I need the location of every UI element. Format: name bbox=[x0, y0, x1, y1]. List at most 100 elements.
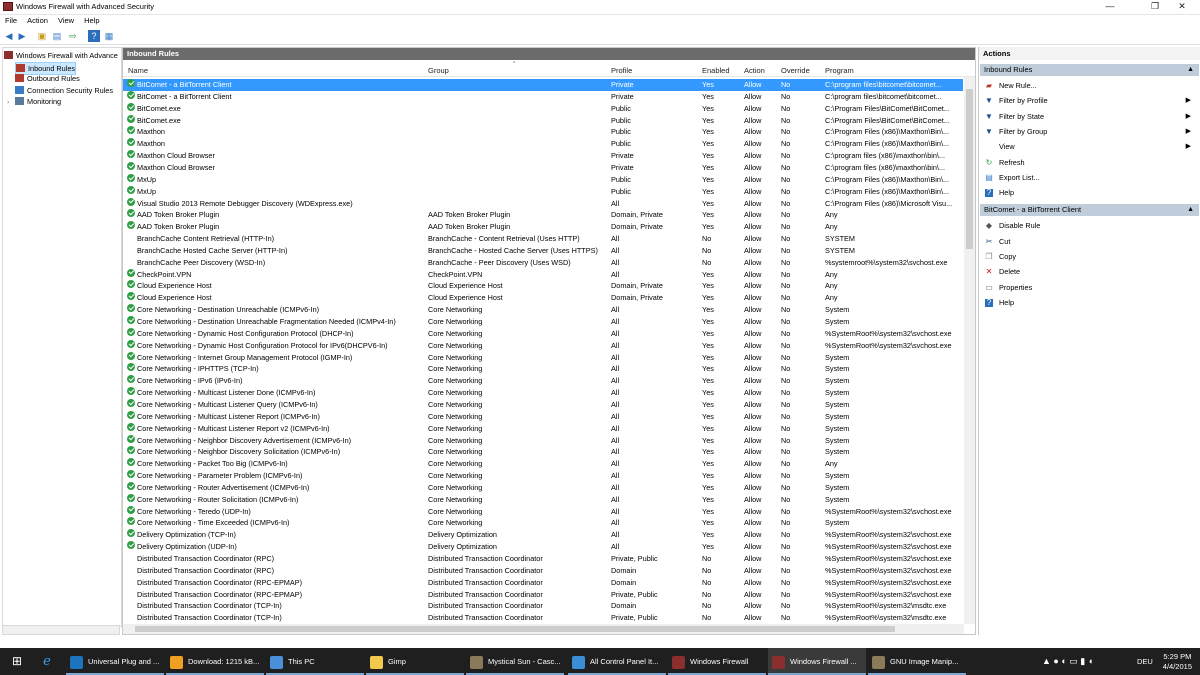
column-header-action[interactable]: Action bbox=[744, 66, 765, 75]
taskbar-button[interactable]: Universal Plug and ... bbox=[66, 648, 164, 675]
table-row[interactable]: Distributed Transaction Coordinator (TCP… bbox=[123, 600, 963, 612]
action-item[interactable]: ? Help bbox=[979, 186, 1199, 200]
table-row[interactable]: Core Networking - Packet Too Big (ICMPv6… bbox=[123, 458, 963, 470]
table-row[interactable]: Core Networking - Router Advertisement (… bbox=[123, 481, 963, 494]
column-header-name[interactable]: Name bbox=[128, 66, 148, 75]
menu-action[interactable]: Action bbox=[22, 15, 53, 27]
show-hide-tree-icon[interactable]: ▤ bbox=[51, 30, 63, 42]
table-row[interactable]: Maxthon Cloud Browser Private Yes Allow No C:… bbox=[123, 150, 963, 162]
tray-icons[interactable]: ▲ ● ◐ ▭ ▮ ◖ bbox=[1042, 648, 1093, 675]
action-item[interactable]: ▼ Filter by State ▶ bbox=[979, 110, 1199, 124]
table-row[interactable]: AAD Token Broker Plugin AAD Token Broker … bbox=[123, 221, 963, 233]
table-row[interactable]: Core Networking - Neighbor Discovery Sol… bbox=[123, 446, 963, 458]
action-item[interactable]: ◆ Disable Rule bbox=[979, 219, 1199, 233]
column-header-profile[interactable]: Profile bbox=[611, 66, 632, 75]
rules-vertical-scrollbar[interactable] bbox=[964, 77, 975, 624]
table-row[interactable]: Core Networking - Dynamic Host Configura… bbox=[123, 327, 963, 340]
system-clock[interactable]: 5:29 PM 4/4/2015 bbox=[1163, 652, 1192, 672]
collapse-icon[interactable]: ▲ bbox=[1187, 64, 1194, 76]
table-row[interactable]: Distributed Transaction Coordinator (RPC… bbox=[123, 553, 963, 565]
table-row[interactable]: BranchCache Hosted Cache Server (HTTP-In… bbox=[123, 245, 963, 257]
table-row[interactable]: Core Networking - Teredo (UDP-In) Core Ne… bbox=[123, 505, 963, 518]
taskbar-button[interactable]: Windows Firewall bbox=[668, 648, 766, 675]
table-row[interactable]: Core Networking - Multicast Listener Rep… bbox=[123, 422, 963, 435]
table-row[interactable]: Maxthon Public Yes Allow No C:\Program Files … bbox=[123, 138, 963, 150]
table-row[interactable]: CheckPoint.VPN CheckPoint.VPN All Yes Allow N… bbox=[123, 268, 963, 281]
action-item[interactable]: ▰ New Rule... bbox=[979, 79, 1199, 93]
action-item[interactable]: ▼ Filter by Profile ▶ bbox=[979, 94, 1199, 108]
table-row[interactable]: Core Networking - Parameter Problem (ICM… bbox=[123, 470, 963, 482]
rules-horizontal-scrollbar[interactable] bbox=[123, 624, 964, 634]
table-row[interactable]: BranchCache Peer Discovery (WSD-In) Branc… bbox=[123, 257, 963, 269]
taskbar-button[interactable]: Windows Firewall ... bbox=[768, 648, 866, 675]
table-row[interactable]: Core Networking - Time Exceeded (ICMPv6-… bbox=[123, 517, 963, 529]
table-row[interactable]: Core Networking - Destination Unreachabl… bbox=[123, 304, 963, 316]
table-row[interactable]: BitComet - a BitTorrent Client Private Yes… bbox=[123, 90, 963, 103]
table-row[interactable]: Core Networking - Multicast Listener Don… bbox=[123, 387, 963, 399]
action-item[interactable]: ↻ Refresh bbox=[979, 156, 1199, 170]
collapse-icon[interactable]: ▲ bbox=[1187, 204, 1194, 216]
taskbar-button[interactable]: Download: 1215 kB... bbox=[166, 648, 264, 675]
table-row[interactable]: Core Networking - Destination Unreachabl… bbox=[123, 316, 963, 328]
tree-item[interactable]: Connection Security Rules bbox=[15, 85, 113, 96]
table-row[interactable]: BitComet.exe Public Yes Allow No C:\Program F… bbox=[123, 114, 963, 127]
export-list-icon[interactable]: ⇨ bbox=[67, 30, 79, 42]
taskbar-button[interactable]: This PC bbox=[266, 648, 364, 675]
forward-icon[interactable]: ▶ bbox=[16, 30, 28, 42]
action-item[interactable]: ▤ Export List... bbox=[979, 171, 1199, 185]
close-button[interactable]: ✕ bbox=[1164, 0, 1200, 14]
table-row[interactable]: Maxthon Cloud Browser Private Yes Allow No C:… bbox=[123, 161, 963, 174]
table-row[interactable]: Maxthon Public Yes Allow No C:\Program Files … bbox=[123, 126, 963, 138]
minimize-button[interactable]: — bbox=[1092, 0, 1128, 14]
table-row[interactable]: Delivery Optimization (TCP-In) Delivery O… bbox=[123, 529, 963, 541]
tree-item[interactable]: Monitoring bbox=[15, 96, 61, 107]
tree-item[interactable]: Windows Firewall with Advance bbox=[4, 50, 118, 61]
show-hide-action-pane-icon[interactable]: ▦ bbox=[103, 30, 115, 42]
table-row[interactable]: Core Networking - Multicast Listener Que… bbox=[123, 398, 963, 411]
action-item[interactable]: ▼ Filter by Group ▶ bbox=[979, 125, 1199, 139]
table-row[interactable]: Distributed Transaction Coordinator (RPC… bbox=[123, 565, 963, 577]
action-item[interactable]: ▭ Properties bbox=[979, 281, 1199, 295]
table-row[interactable]: Core Networking - Router Solicitation (I… bbox=[123, 493, 963, 506]
taskbar-button[interactable]: GNU Image Manip... bbox=[868, 648, 966, 675]
table-row[interactable]: Core Networking - Internet Group Managem… bbox=[123, 351, 963, 364]
taskbar-button[interactable]: Gimp bbox=[366, 648, 464, 675]
taskbar-button[interactable]: Mystical Sun - Casc... bbox=[466, 648, 564, 675]
tree-item[interactable]: Outbound Rules bbox=[15, 73, 80, 84]
table-row[interactable]: Delivery Optimization (UDP-In) Delivery O… bbox=[123, 541, 963, 553]
menu-view[interactable]: View bbox=[53, 15, 79, 27]
table-row[interactable]: Core Networking - Multicast Listener Rep… bbox=[123, 410, 963, 423]
column-header-enabled[interactable]: Enabled bbox=[702, 66, 730, 75]
action-item[interactable]: View ▶ bbox=[979, 140, 1199, 154]
input-language[interactable]: DEU bbox=[1137, 648, 1153, 675]
table-row[interactable]: Distributed Transaction Coordinator (TCP… bbox=[123, 612, 963, 624]
help-icon[interactable]: ? bbox=[88, 30, 100, 42]
table-row[interactable]: Visual Studio 2013 Remote Debugger Disco… bbox=[123, 197, 963, 210]
table-row[interactable]: MxUp Public Yes Allow No C:\Program Files (x8… bbox=[123, 173, 963, 186]
scrollbar-thumb[interactable] bbox=[966, 89, 973, 249]
actions-section-header[interactable]: Inbound Rules ▲ bbox=[980, 64, 1199, 76]
internet-explorer-icon[interactable]: e bbox=[38, 648, 56, 675]
table-row[interactable]: Cloud Experience Host Cloud Experience Ho… bbox=[123, 280, 963, 292]
taskbar-button[interactable]: All Control Panel It... bbox=[568, 648, 666, 675]
table-row[interactable]: Core Networking - IPHTTPS (TCP-In) Core N… bbox=[123, 363, 963, 375]
column-header-program[interactable]: Program bbox=[825, 66, 854, 75]
table-row[interactable]: Cloud Experience Host Cloud Experience Ho… bbox=[123, 292, 963, 304]
menu-file[interactable]: File bbox=[0, 15, 22, 27]
table-row[interactable]: Core Networking - Neighbor Discovery Adv… bbox=[123, 434, 963, 447]
table-row[interactable]: Distributed Transaction Coordinator (RPC… bbox=[123, 577, 963, 589]
expand-chevron-icon[interactable]: › bbox=[7, 96, 9, 107]
table-row[interactable]: Core Networking - Dynamic Host Configura… bbox=[123, 339, 963, 352]
action-item[interactable]: ❐ Copy bbox=[979, 250, 1199, 264]
table-row[interactable]: BitComet - a BitTorrent Client Private Yes… bbox=[123, 79, 963, 91]
table-row[interactable]: MxUp Public Yes Allow No C:\Program Files (x8… bbox=[123, 185, 963, 198]
column-header-group[interactable]: Group bbox=[428, 66, 449, 75]
table-row[interactable]: Distributed Transaction Coordinator (RPC… bbox=[123, 589, 963, 601]
tree-horizontal-scrollbar[interactable] bbox=[2, 625, 120, 635]
back-icon[interactable]: ◀ bbox=[3, 30, 15, 42]
table-row[interactable]: Core Networking - IPv6 (IPv6-In) Core Net… bbox=[123, 375, 963, 387]
action-item[interactable]: ✕ Delete bbox=[979, 265, 1199, 279]
action-item[interactable]: ? Help bbox=[979, 296, 1199, 310]
scrollbar-thumb[interactable] bbox=[135, 626, 895, 632]
start-button[interactable]: ⊞ bbox=[10, 648, 24, 675]
